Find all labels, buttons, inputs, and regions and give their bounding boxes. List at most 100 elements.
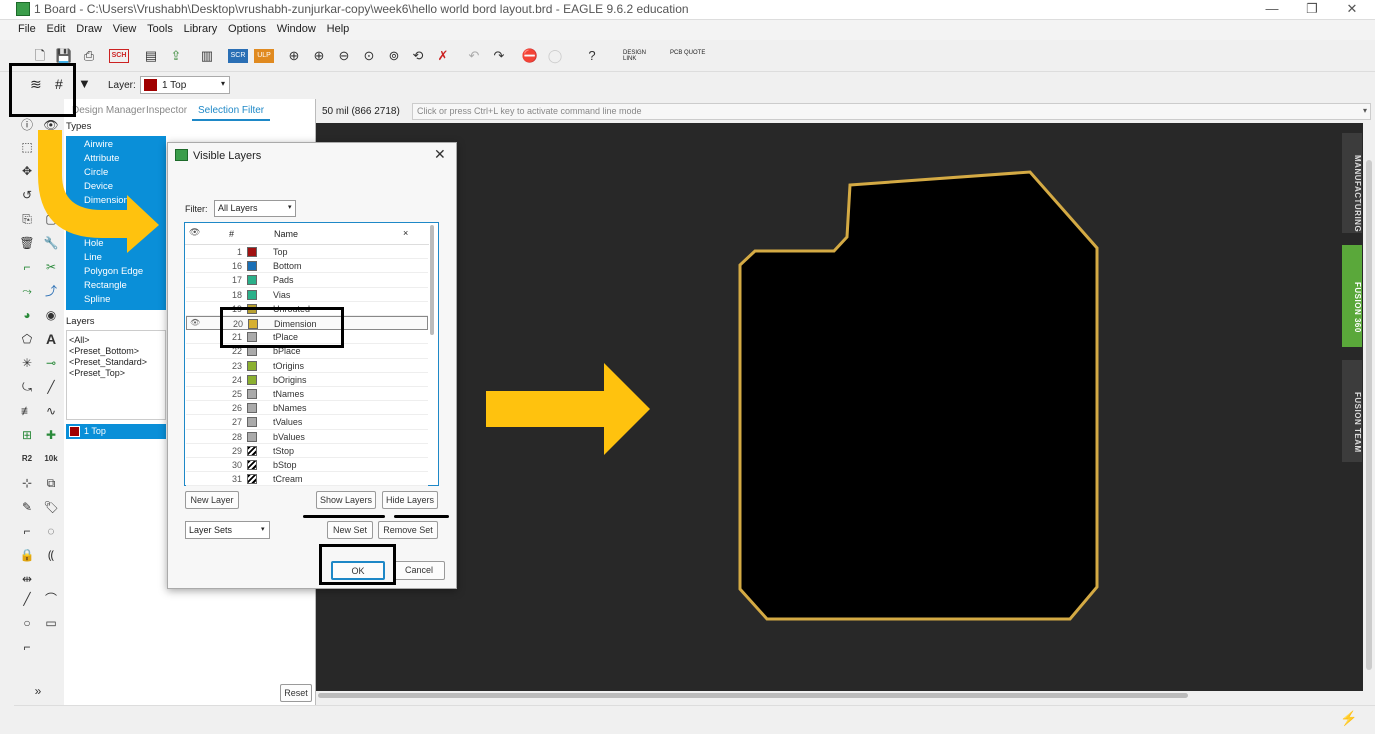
- horizontal-scroll-thumb[interactable]: [318, 693, 1188, 698]
- table-row[interactable]: 23 tOrigins: [186, 359, 428, 373]
- autorouter-icon[interactable]: ⤳: [17, 281, 37, 301]
- undo-icon[interactable]: ↶: [464, 46, 484, 66]
- list-item[interactable]: <All>: [69, 335, 90, 345]
- signal-icon[interactable]: ✳: [17, 353, 37, 373]
- menu-draw[interactable]: Draw: [72, 20, 106, 35]
- group-icon[interactable]: ◌: [41, 521, 61, 541]
- rectangle-tool-icon[interactable]: ▭: [41, 613, 61, 633]
- redo-icon[interactable]: ↷: [489, 46, 509, 66]
- layer-sets-select[interactable]: Layer Sets ▾: [185, 521, 270, 539]
- redraw-icon[interactable]: ⟲: [408, 46, 428, 66]
- library-icon[interactable]: ▥: [197, 46, 217, 66]
- menu-tools[interactable]: Tools: [143, 20, 177, 35]
- ripup-icon[interactable]: ✂: [41, 257, 61, 277]
- table-row[interactable]: 30 bStop: [186, 458, 428, 473]
- maximize-button[interactable]: ❐: [1292, 0, 1332, 20]
- hole-icon[interactable]: ◉: [41, 305, 61, 325]
- table-row[interactable]: 31 tCream: [186, 472, 428, 487]
- attribute-tool-icon[interactable]: 🏷: [41, 497, 61, 517]
- zoom-in-icon[interactable]: ⊕: [309, 46, 329, 66]
- menu-options[interactable]: Options: [224, 20, 270, 35]
- sch-button[interactable]: SCH: [109, 49, 129, 63]
- help-icon[interactable]: ?: [582, 46, 602, 66]
- menu-help[interactable]: Help: [323, 20, 354, 35]
- list-item[interactable]: <Preset_Top>: [69, 368, 125, 378]
- list-item[interactable]: Polygon Edge: [70, 265, 166, 279]
- menu-file[interactable]: File: [14, 20, 40, 35]
- value-tool-icon[interactable]: 10k: [41, 449, 61, 469]
- zoom-select-icon[interactable]: ⊙: [359, 46, 379, 66]
- sidetab-fusion-360[interactable]: FUSION 360: [1342, 245, 1362, 347]
- vertical-scroll-thumb[interactable]: [1366, 160, 1372, 670]
- table-row[interactable]: 28 bValues: [186, 430, 428, 444]
- print-icon[interactable]: ⎙: [79, 46, 99, 66]
- table-row[interactable]: 17 Pads: [186, 273, 428, 288]
- menu-library[interactable]: Library: [180, 20, 222, 35]
- table-row[interactable]: 27 tValues: [186, 415, 428, 430]
- new-set-button[interactable]: New Set: [327, 521, 373, 539]
- line-draw-icon[interactable]: ╱: [41, 377, 61, 397]
- table-row[interactable]: 1 Top: [186, 245, 428, 260]
- list-item[interactable]: Rectangle: [70, 279, 166, 293]
- lock-icon[interactable]: 🔒: [17, 545, 37, 565]
- close-window-button[interactable]: ✕: [1332, 0, 1372, 20]
- add-part-icon[interactable]: ⊞: [17, 425, 37, 445]
- swap-icon[interactable]: ✎: [17, 497, 37, 517]
- cam-icon[interactable]: ▤: [141, 46, 161, 66]
- list-item[interactable]: <Preset_Standard>: [69, 357, 147, 367]
- ulp-button[interactable]: ULP: [254, 49, 274, 63]
- zoom-out-icon[interactable]: ⊖: [334, 46, 354, 66]
- smash-icon[interactable]: ⊹: [17, 473, 37, 493]
- visible-eye-icon[interactable]: 👁: [190, 318, 200, 327]
- menu-view[interactable]: View: [109, 20, 141, 35]
- zoom-area-icon[interactable]: ⊚: [384, 46, 404, 66]
- command-line-input[interactable]: Click or press Ctrl+L key to activate co…: [412, 103, 1371, 120]
- circle-tool-icon[interactable]: ○: [17, 613, 37, 633]
- table-row[interactable]: 16 Bottom: [186, 259, 428, 274]
- minimize-button[interactable]: —: [1252, 0, 1292, 20]
- new-layer-button[interactable]: New Layer: [185, 491, 239, 509]
- table-scroll-thumb[interactable]: [430, 225, 434, 335]
- tune-icon[interactable]: ∿: [41, 401, 61, 421]
- zoom-fit-icon[interactable]: ⊕: [284, 46, 304, 66]
- export-icon[interactable]: ⇪: [166, 46, 186, 66]
- selected-layer-row[interactable]: 1 Top: [66, 424, 166, 439]
- show-layers-button[interactable]: Show Layers: [316, 491, 376, 509]
- sidetab-manufacturing[interactable]: MANUFACTURING: [1342, 133, 1362, 233]
- miter-icon[interactable]: ⌐: [17, 521, 37, 541]
- arc-icon[interactable]: ⤿: [17, 377, 37, 397]
- table-row[interactable]: 24 bOrigins: [186, 373, 428, 387]
- replace-icon[interactable]: ✚: [41, 425, 61, 445]
- remove-set-button[interactable]: Remove Set: [378, 521, 438, 539]
- filter-icon[interactable]: ▼: [78, 76, 91, 91]
- expand-tools-icon[interactable]: »: [28, 681, 48, 701]
- wire-icon[interactable]: ⊸: [41, 353, 61, 373]
- via-icon[interactable]: ◕: [17, 305, 37, 325]
- name-tool-icon[interactable]: R2: [17, 449, 37, 469]
- pcb-quote-button[interactable]: PCB QUOTE: [670, 50, 706, 56]
- mirror-icon[interactable]: ⧉: [41, 473, 61, 493]
- text-icon[interactable]: A: [41, 329, 61, 349]
- table-row[interactable]: 29 tStop: [186, 444, 428, 458]
- spline-tool-icon[interactable]: ⌐: [17, 637, 37, 657]
- optimize-icon[interactable]: ⸨: [41, 545, 61, 565]
- tab-selection-filter[interactable]: Selection Filter: [192, 101, 271, 121]
- menu-window[interactable]: Window: [273, 20, 320, 35]
- dialog-close-icon[interactable]: ✕: [434, 146, 446, 163]
- list-item[interactable]: Spline: [70, 293, 166, 307]
- tab-inspector[interactable]: Inspector: [140, 101, 193, 121]
- table-row[interactable]: 26 bNames: [186, 401, 428, 416]
- stop-icon[interactable]: ⛔: [520, 46, 540, 66]
- cancel-button[interactable]: Cancel: [393, 561, 445, 580]
- layer-select[interactable]: 1 Top ▾: [140, 76, 230, 94]
- split-icon[interactable]: ⤴: [41, 281, 61, 301]
- scr-button[interactable]: SCR: [228, 49, 248, 63]
- go-icon[interactable]: ◯: [545, 46, 565, 66]
- ratsnest-icon[interactable]: ✗: [433, 46, 453, 66]
- table-row[interactable]: 18 Vias: [186, 288, 428, 302]
- board-canvas[interactable]: [316, 123, 1363, 691]
- design-link-button[interactable]: DESIGN LINK: [623, 50, 659, 62]
- filter-select[interactable]: All Layers ▾: [214, 200, 296, 217]
- dimension-tool-icon[interactable]: ⇹: [17, 569, 37, 589]
- reset-button[interactable]: Reset: [280, 684, 312, 702]
